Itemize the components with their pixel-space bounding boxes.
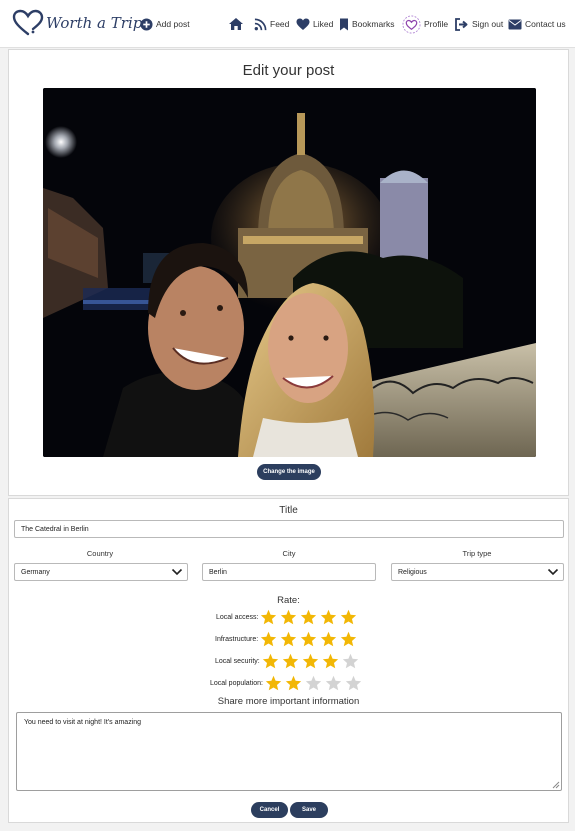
chevron-down-icon xyxy=(547,568,559,576)
star-empty-icon[interactable] xyxy=(342,653,359,669)
envelope-icon xyxy=(508,19,522,29)
bookmark-icon xyxy=(340,18,348,30)
star-rating xyxy=(265,675,365,691)
info-text: You need to visit at night! It's amazing xyxy=(24,719,142,726)
star-rating xyxy=(262,653,362,669)
rating-local-population: Local population: xyxy=(210,674,365,692)
nav-liked[interactable]: Liked xyxy=(296,15,333,33)
star-filled-icon[interactable] xyxy=(300,631,317,647)
star-empty-icon[interactable] xyxy=(305,675,322,691)
rss-feed-icon xyxy=(254,18,267,30)
nav-contact[interactable]: Contact us xyxy=(508,15,566,33)
chevron-down-icon xyxy=(171,568,183,576)
nav-bookmarks[interactable]: Bookmarks xyxy=(339,15,395,33)
nav-home[interactable] xyxy=(228,15,247,33)
star-filled-icon[interactable] xyxy=(322,653,339,669)
trip-type-select[interactable]: Religious xyxy=(391,563,564,581)
cancel-button[interactable]: Cancel xyxy=(251,802,288,818)
star-empty-icon[interactable] xyxy=(325,675,342,691)
country-select[interactable]: Germany xyxy=(14,563,188,581)
top-navbar: Worth a Trip Add post Feed Liked Bookmar… xyxy=(0,0,575,48)
nav-add-post-label: Add post xyxy=(156,19,190,29)
star-filled-icon[interactable] xyxy=(340,631,357,647)
star-filled-icon[interactable] xyxy=(320,631,337,647)
nav-contact-label: Contact us xyxy=(525,19,566,29)
star-filled-icon[interactable] xyxy=(320,609,337,625)
nav-sign-out[interactable]: Sign out xyxy=(455,15,503,33)
star-filled-icon[interactable] xyxy=(260,631,277,647)
star-filled-icon[interactable] xyxy=(300,609,317,625)
star-filled-icon[interactable] xyxy=(282,653,299,669)
star-empty-icon[interactable] xyxy=(345,675,362,691)
city-label: City xyxy=(282,549,296,558)
nav-bookmarks-label: Bookmarks xyxy=(352,19,395,29)
resize-grip-icon[interactable] xyxy=(551,780,560,789)
heart-logo-icon xyxy=(12,9,44,36)
home-icon xyxy=(229,18,243,30)
nav-profile-label: Profile xyxy=(424,19,449,29)
star-rating xyxy=(260,609,360,625)
title-input[interactable]: The Catedral in Berlin xyxy=(14,520,564,538)
post-photo xyxy=(43,88,536,457)
page-title: Edit your post xyxy=(242,62,335,79)
post-form: Title The Catedral in Berlin Country Ger… xyxy=(8,498,569,823)
country-value: Germany xyxy=(21,568,50,576)
country-label: Country xyxy=(86,549,114,558)
star-filled-icon[interactable] xyxy=(280,609,297,625)
nav-profile[interactable]: Profile xyxy=(402,14,449,34)
profile-avatar-icon xyxy=(402,14,421,34)
nav-feed-label: Feed xyxy=(270,19,290,29)
nav-sign-out-label: Sign out xyxy=(472,19,504,29)
trip-type-value: Religious xyxy=(398,568,427,576)
info-textarea[interactable]: You need to visit at night! It's amazing xyxy=(16,712,562,791)
rating-local-access: Local access: xyxy=(216,608,360,626)
brand-name: Worth a Trip xyxy=(46,14,143,32)
nav-feed[interactable]: Feed xyxy=(254,15,289,33)
share-info-label: Share more important information xyxy=(217,696,360,707)
heart-icon xyxy=(296,18,310,30)
rating-label: Local population: xyxy=(210,679,263,687)
nav-liked-label: Liked xyxy=(313,19,334,29)
star-filled-icon[interactable] xyxy=(260,609,277,625)
star-filled-icon[interactable] xyxy=(262,653,279,669)
save-button[interactable]: Save xyxy=(290,802,328,818)
trip-type-label: Trip type xyxy=(462,549,492,558)
city-input[interactable]: Berlin xyxy=(202,563,376,581)
title-label: Title xyxy=(279,505,298,516)
image-panel: Edit your post Change the image xyxy=(8,49,569,496)
rating-local-security: Local security: xyxy=(215,652,362,670)
rating-label: Local access: xyxy=(216,613,259,621)
star-filled-icon[interactable] xyxy=(280,631,297,647)
change-image-button[interactable]: Change the image xyxy=(257,464,321,480)
rate-label: Rate: xyxy=(277,595,300,606)
star-filled-icon[interactable] xyxy=(340,609,357,625)
rating-label: Infrastructure: xyxy=(215,635,259,643)
rating-infrastructure: Infrastructure: xyxy=(215,630,360,648)
star-filled-icon[interactable] xyxy=(265,675,282,691)
star-rating xyxy=(260,631,360,647)
brand-logo[interactable]: Worth a Trip xyxy=(12,8,142,38)
sign-out-icon xyxy=(455,17,468,31)
star-filled-icon[interactable] xyxy=(302,653,319,669)
star-filled-icon[interactable] xyxy=(285,675,302,691)
rating-label: Local security: xyxy=(215,657,260,665)
plus-circle-icon xyxy=(140,17,153,31)
nav-add-post[interactable]: Add post xyxy=(140,15,190,33)
